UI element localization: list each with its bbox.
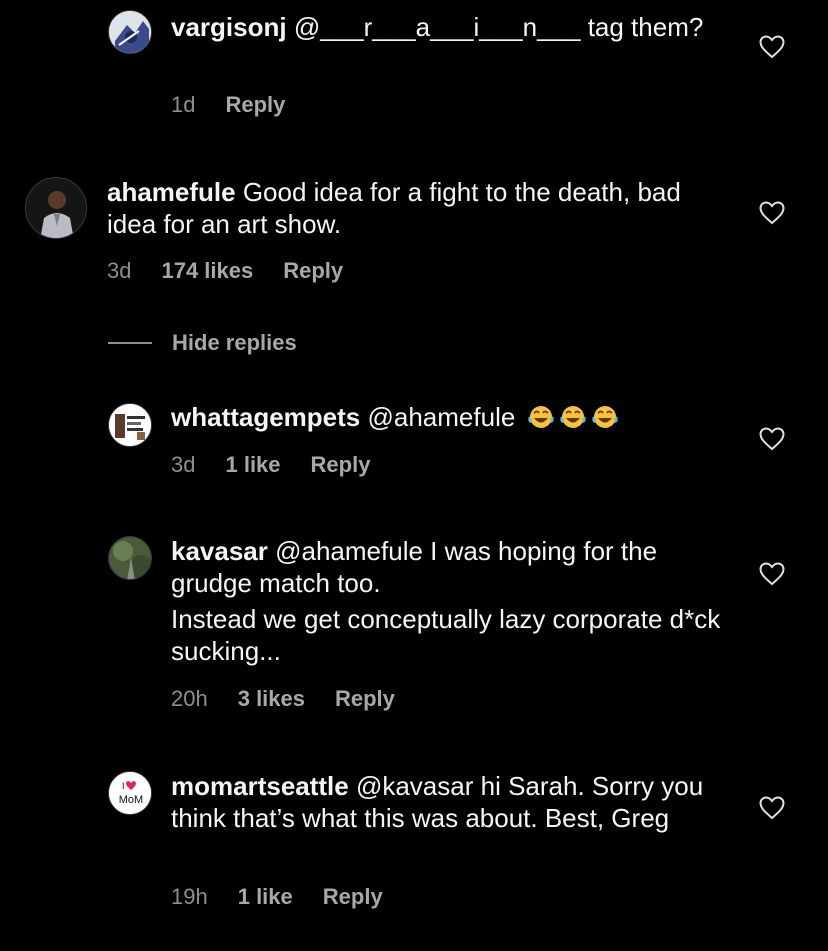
comment-time: 20h bbox=[171, 686, 208, 711]
reply-button[interactable]: Reply bbox=[335, 685, 395, 713]
likes-count[interactable]: 3 likes bbox=[238, 685, 305, 713]
divider-line bbox=[108, 342, 152, 344]
avatar[interactable] bbox=[25, 177, 87, 239]
heart-icon[interactable] bbox=[759, 796, 785, 820]
comment-username[interactable]: whattagempets bbox=[171, 402, 360, 432]
comment-line: kavasar @ahamefule I was hoping for the … bbox=[171, 535, 731, 599]
comment-meta: 19h 1 like Reply bbox=[171, 883, 383, 911]
heart-icon[interactable] bbox=[759, 35, 785, 59]
comment-body: whattagempets @ahamefule bbox=[171, 401, 731, 433]
comment-time: 19h bbox=[171, 884, 208, 909]
comment-body: vargisonj @___r___a___i___n___ tag them? bbox=[171, 11, 731, 43]
hide-replies-label: Hide replies bbox=[172, 330, 297, 355]
comment-username[interactable]: momartseattle bbox=[171, 771, 349, 801]
photo-avatar-icon bbox=[109, 537, 151, 579]
avatar[interactable]: I MoM bbox=[108, 771, 152, 815]
comment-meta: 20h 3 likes Reply bbox=[171, 685, 395, 713]
logo-avatar-icon: I MoM bbox=[109, 772, 151, 814]
comment-username[interactable]: kavasar bbox=[171, 536, 268, 566]
hide-replies-button[interactable]: Hide replies bbox=[108, 328, 297, 358]
avatar[interactable] bbox=[108, 536, 152, 580]
tears-of-joy-emoji-icon bbox=[527, 406, 554, 428]
heart-icon[interactable] bbox=[759, 562, 785, 586]
heart-icon[interactable] bbox=[759, 201, 785, 225]
photo-avatar-icon bbox=[26, 178, 86, 238]
comment-meta: 1d Reply bbox=[171, 91, 285, 119]
likes-count[interactable]: 1 like bbox=[225, 451, 280, 479]
avatar-logo-text: MoM bbox=[119, 794, 143, 806]
comment-body: momartseattle @kavasar hi Sarah. Sorry y… bbox=[171, 770, 731, 834]
comment-time: 3d bbox=[171, 452, 196, 477]
logo-avatar-icon bbox=[109, 404, 151, 446]
likes-count[interactable]: 1 like bbox=[238, 883, 293, 911]
comment-text: @ahamefule bbox=[360, 402, 523, 432]
reply-button[interactable]: Reply bbox=[323, 883, 383, 911]
comment-body: kavasar @ahamefule I was hoping for the … bbox=[171, 535, 731, 667]
reply-button[interactable]: Reply bbox=[283, 257, 343, 285]
avatar[interactable] bbox=[108, 403, 152, 447]
comment-time: 3d bbox=[107, 258, 132, 283]
comment-username[interactable]: vargisonj bbox=[171, 12, 287, 42]
tears-of-joy-emoji-icon bbox=[591, 406, 618, 428]
heart-icon[interactable] bbox=[759, 427, 785, 451]
reply-button[interactable]: Reply bbox=[311, 451, 371, 479]
comment-text-continued: Instead we get conceptually lazy corpora… bbox=[171, 604, 721, 666]
comment-body: ahamefule Good idea for a fight to the d… bbox=[107, 176, 707, 240]
comment-text: @___r___a___i___n___ tag them? bbox=[286, 12, 704, 42]
svg-text:I: I bbox=[122, 781, 125, 791]
comment-username[interactable]: ahamefule bbox=[107, 177, 236, 207]
comment-time: 1d bbox=[171, 92, 196, 117]
comment-meta: 3d 174 likes Reply bbox=[107, 257, 343, 285]
comment-meta: 3d 1 like Reply bbox=[171, 451, 370, 479]
tears-of-joy-emoji-icon bbox=[559, 406, 586, 428]
avatar[interactable] bbox=[108, 10, 152, 54]
likes-count[interactable]: 174 likes bbox=[161, 257, 253, 285]
photo-avatar-icon bbox=[109, 11, 151, 53]
reply-button[interactable]: Reply bbox=[225, 91, 285, 119]
